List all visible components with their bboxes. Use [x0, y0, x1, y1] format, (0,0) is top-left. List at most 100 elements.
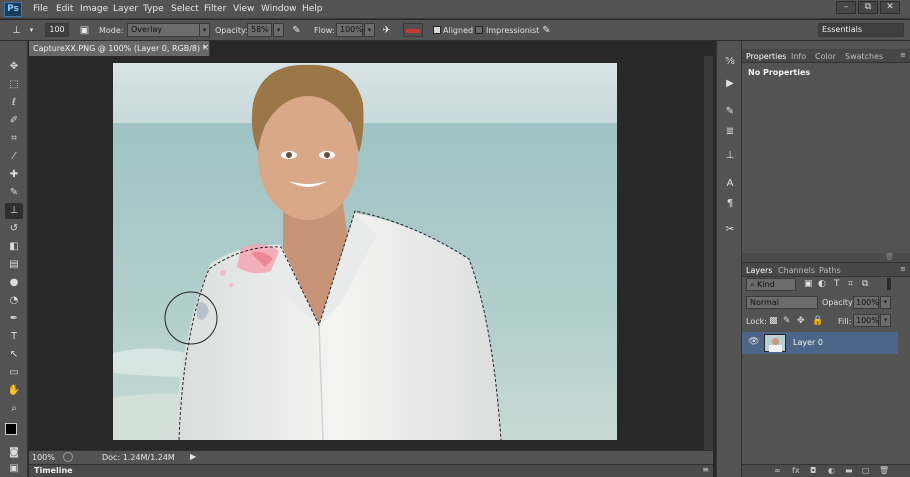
menu-edit[interactable]: Edit — [56, 4, 73, 14]
menu-filter[interactable]: Filter — [204, 4, 226, 14]
actions-panel-icon[interactable]: ▶ — [723, 77, 737, 91]
pressure-size-icon[interactable]: ✎ — [540, 24, 553, 37]
document-tab[interactable]: CaptureXX.PNG @ 100% (Layer 0, RGB/8) * — [29, 41, 210, 56]
move-tool-icon[interactable]: ✥ — [5, 59, 23, 75]
layer-filter-select[interactable]: ⌕ Kind — [746, 278, 796, 291]
crop-tool-icon[interactable]: ⌗ — [5, 131, 23, 147]
flow-slider-arrow-icon[interactable]: ▾ — [364, 23, 375, 37]
screen-mode-icon[interactable]: ▣ — [5, 461, 23, 477]
layer-opacity-arrow-icon[interactable]: ▾ — [880, 296, 891, 309]
eyedropper-tool-icon[interactable]: ⁄ — [5, 149, 23, 165]
tab-channels[interactable]: Channels — [778, 266, 815, 275]
tab-info[interactable]: Info — [791, 52, 806, 61]
clone-stamp-tool-preset-icon[interactable]: ⊥ — [10, 24, 23, 37]
filter-toggle-switch[interactable] — [887, 278, 891, 290]
status-info-icon[interactable] — [63, 452, 73, 462]
quick-select-tool-icon[interactable]: ✐ — [5, 113, 23, 129]
lock-image-icon[interactable]: ✎ — [783, 316, 791, 326]
dodge-tool-icon[interactable]: ◔ — [5, 293, 23, 309]
tool-presets-icon[interactable]: ✂ — [723, 223, 737, 237]
path-selection-tool-icon[interactable]: ↖ — [5, 347, 23, 363]
vertical-scrollbar[interactable] — [704, 56, 713, 450]
timeline-menu-icon[interactable]: ≡ — [702, 465, 709, 474]
new-group-icon[interactable]: ▬ — [845, 466, 853, 475]
pen-tool-icon[interactable]: ✒ — [5, 311, 23, 327]
delete-layer-icon[interactable]: 🗑 — [879, 466, 889, 475]
close-window-button[interactable]: ✕ — [880, 1, 900, 14]
menu-select[interactable]: Select — [171, 4, 199, 14]
impressionist-checkbox[interactable] — [475, 26, 483, 34]
brush-tool-icon[interactable]: ✎ — [5, 185, 23, 201]
flow-input[interactable]: 100% — [336, 23, 363, 37]
menu-layer[interactable]: Layer — [113, 4, 138, 14]
brush-size-picker[interactable]: 100 — [45, 23, 69, 37]
timeline-tab[interactable]: Timeline — [34, 466, 73, 475]
adjustment-layer-icon[interactable]: ◐ — [828, 466, 835, 475]
opacity-input[interactable]: 58% — [247, 23, 272, 37]
lock-position-icon[interactable]: ✥ — [797, 316, 805, 326]
airbrush-icon[interactable]: ✈ — [380, 24, 393, 37]
brush-panel-icon[interactable]: ▣ — [78, 24, 91, 37]
zoom-level[interactable]: 100% — [32, 453, 55, 462]
fill-arrow-icon[interactable]: ▾ — [880, 314, 891, 327]
tab-properties[interactable]: Properties — [746, 52, 786, 61]
brush-panel-strip-icon[interactable]: ≣ — [723, 125, 737, 139]
link-layers-icon[interactable]: ∞ — [774, 466, 781, 475]
type-tool-icon[interactable]: T — [5, 329, 23, 345]
properties-delete-icon[interactable]: 🗑 — [885, 253, 894, 261]
status-menu-arrow-icon[interactable]: ▶ — [190, 452, 196, 461]
clone-source-panel-icon[interactable]: ⊥ — [723, 149, 737, 163]
history-panel-icon[interactable]: ⅝ — [723, 55, 737, 69]
shape-tool-icon[interactable]: ▭ — [5, 365, 23, 381]
layers-panel-menu-icon[interactable]: ≡ — [900, 265, 906, 273]
mode-select[interactable]: Overlay — [127, 23, 200, 37]
pressure-opacity-icon[interactable]: ✎ — [290, 24, 303, 37]
tab-color[interactable]: Color — [815, 52, 836, 61]
blur-tool-icon[interactable]: ● — [5, 275, 23, 291]
healing-brush-tool-icon[interactable]: ✚ — [5, 167, 23, 183]
menu-help[interactable]: Help — [302, 4, 323, 14]
blend-mode-select[interactable]: Normal — [746, 296, 818, 309]
history-brush-tool-icon[interactable]: ↺ — [5, 221, 23, 237]
add-mask-icon[interactable]: ◘ — [810, 466, 816, 475]
character-panel-icon[interactable]: A — [723, 177, 737, 191]
aligned-checkbox[interactable] — [433, 26, 441, 34]
layer-style-icon[interactable]: fx — [792, 466, 800, 475]
lasso-tool-icon[interactable]: ℓ — [5, 95, 23, 111]
layer-row[interactable]: 👁 Layer 0 — [742, 332, 898, 354]
menu-window[interactable]: Window — [261, 4, 297, 14]
menu-image[interactable]: Image — [80, 4, 108, 14]
tab-swatches[interactable]: Swatches — [845, 52, 883, 61]
document-image[interactable] — [113, 63, 617, 440]
paragraph-panel-icon[interactable]: ¶ — [723, 197, 737, 211]
fill-input[interactable]: 100% — [853, 314, 879, 327]
tab-layers[interactable]: Layers — [746, 266, 772, 275]
filter-pixel-icon[interactable]: ▣ — [804, 279, 813, 289]
layer-opacity-input[interactable]: 100% — [853, 296, 879, 309]
restore-button[interactable]: ⧉ — [858, 1, 878, 14]
workspace-select[interactable]: Essentials — [818, 23, 904, 37]
filter-shape-icon[interactable]: ⌗ — [848, 279, 853, 289]
hand-tool-icon[interactable]: ✋ — [5, 383, 23, 399]
lock-all-icon[interactable]: 🔒 — [812, 316, 823, 326]
foreground-color-swatch[interactable] — [5, 423, 17, 435]
menu-view[interactable]: View — [233, 4, 254, 14]
filter-smart-object-icon[interactable]: ⧉ — [862, 279, 868, 289]
layer-name[interactable]: Layer 0 — [793, 338, 823, 347]
clone-stamp-tool-icon[interactable]: ⊥ — [5, 203, 23, 219]
document-close-icon[interactable]: × — [201, 41, 210, 56]
menu-file[interactable]: File — [33, 4, 48, 14]
filter-type-icon[interactable]: T — [834, 279, 840, 289]
eraser-tool-icon[interactable]: ◧ — [5, 239, 23, 255]
preset-dropdown-icon[interactable]: ▾ — [25, 24, 38, 37]
menu-type[interactable]: Type — [143, 4, 164, 14]
lock-transparent-icon[interactable]: ▩ — [769, 316, 778, 326]
marquee-tool-icon[interactable]: ⬚ — [5, 77, 23, 93]
zoom-tool-icon[interactable]: ⌕ — [5, 401, 23, 417]
filter-adjustment-icon[interactable]: ◐ — [818, 279, 826, 289]
opacity-slider-arrow-icon[interactable]: ▾ — [273, 23, 284, 37]
new-layer-icon[interactable]: ▢ — [862, 466, 870, 475]
tab-paths[interactable]: Paths — [819, 266, 841, 275]
gradient-tool-icon[interactable]: ▤ — [5, 257, 23, 273]
mode-dropdown-arrow-icon[interactable]: ▾ — [199, 23, 210, 37]
